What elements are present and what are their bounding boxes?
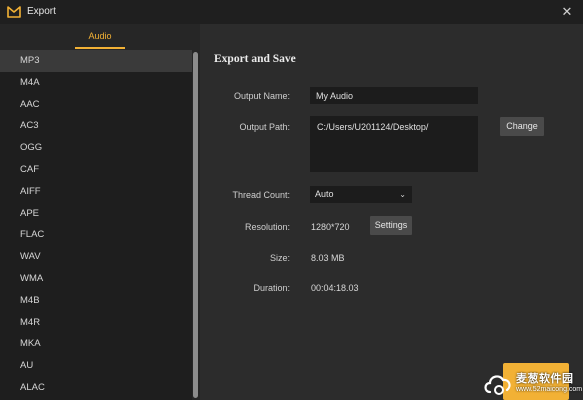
size-value: 8.03 MB (311, 253, 345, 263)
chevron-down-icon: ⌄ (399, 190, 406, 199)
format-item-wav[interactable]: WAV (0, 246, 192, 268)
format-item-alac[interactable]: ALAC (0, 377, 192, 399)
format-item-wma[interactable]: WMA (0, 268, 192, 290)
format-item-m4a[interactable]: M4A (0, 72, 192, 94)
export-settings-panel: Export and Save Output Name: Output Path… (200, 24, 583, 400)
format-item-ape[interactable]: APE (0, 203, 192, 225)
format-item-caf[interactable]: CAF (0, 159, 192, 181)
output-path-value: C:/Users/U201124/Desktop/ (317, 122, 429, 132)
format-panel: Audio MP3 M4A AAC AC3 OGG CAF AIFF APE FLAC WAV WM… (0, 24, 200, 400)
change-button[interactable]: Change (500, 117, 544, 136)
output-path-field[interactable]: C:/Users/U201124/Desktop/ (310, 116, 478, 172)
title-bar: Export ✕ (0, 0, 583, 24)
close-button[interactable]: ✕ (557, 2, 577, 22)
format-list: MP3 M4A AAC AC3 OGG CAF AIFF APE FLAC WAV WMA M4B M4… (0, 50, 192, 400)
resolution-value: 1280*720 (311, 222, 350, 232)
thread-count-label: Thread Count: (232, 190, 290, 200)
settings-button[interactable]: Settings (370, 216, 412, 235)
size-label: Size: (269, 253, 290, 263)
watermark: 麦葱软件园 www.52maicong.com (478, 366, 583, 400)
output-name-label: Output Name: (233, 91, 290, 101)
format-item-flac[interactable]: FLAC (0, 224, 192, 246)
format-item-mka[interactable]: MKA (0, 333, 192, 355)
cloud-logo-icon (484, 375, 511, 395)
format-item-m4b[interactable]: M4B (0, 290, 192, 312)
app-logo-icon (7, 6, 21, 18)
format-item-aac[interactable]: AAC (0, 94, 192, 116)
output-name-input[interactable] (310, 87, 478, 104)
thread-count-select[interactable]: Auto ⌄ (310, 186, 412, 203)
watermark-url: www.52maicong.com (516, 386, 583, 393)
window-title: Export (27, 6, 56, 17)
tab-bar: Audio (0, 24, 200, 50)
format-item-mp3[interactable]: MP3 (0, 50, 192, 72)
scrollbar[interactable] (192, 50, 200, 400)
format-item-au[interactable]: AU (0, 355, 192, 377)
scroll-thumb[interactable] (193, 52, 198, 398)
duration-label: Duration: (253, 283, 290, 293)
tab-audio[interactable]: Audio (75, 24, 125, 49)
watermark-text: 麦葱软件园 (516, 373, 574, 385)
resolution-label: Resolution: (244, 222, 290, 232)
format-item-m4r[interactable]: M4R (0, 312, 192, 334)
section-title: Export and Save (214, 53, 296, 65)
format-item-ogg[interactable]: OGG (0, 137, 192, 159)
thread-count-value: Auto (315, 189, 334, 199)
close-icon: ✕ (561, 4, 573, 19)
format-item-ac3[interactable]: AC3 (0, 115, 192, 137)
format-item-aiff[interactable]: AIFF (0, 181, 192, 203)
output-path-label: Output Path: (239, 122, 290, 132)
duration-value: 00:04:18.03 (311, 283, 359, 293)
